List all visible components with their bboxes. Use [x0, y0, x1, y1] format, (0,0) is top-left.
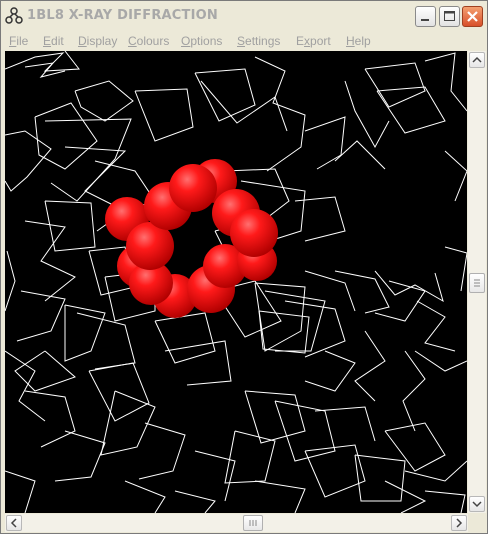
minimize-icon: [421, 19, 429, 21]
menu-export[interactable]: Export: [296, 33, 331, 49]
molecule-render: [5, 51, 467, 513]
vertical-scrollbar[interactable]: [468, 51, 486, 513]
menu-settings[interactable]: Settings: [237, 33, 280, 49]
scroll-up-button[interactable]: [469, 52, 485, 68]
molecule-icon: [5, 7, 23, 24]
maximize-icon: [444, 11, 455, 21]
horizontal-scrollbar[interactable]: [5, 514, 468, 532]
menu-help[interactable]: Help: [346, 33, 371, 49]
chevron-left-icon: [10, 518, 17, 528]
vertical-scroll-thumb[interactable]: [469, 273, 485, 293]
chevron-down-icon: [472, 501, 482, 508]
maximize-button[interactable]: [439, 6, 460, 27]
grip-icon: [474, 279, 480, 287]
minimize-button[interactable]: [415, 6, 436, 27]
menu-colours[interactable]: Colours: [128, 33, 169, 49]
window-title: 1BL8 X-RAY DIFFRACTION: [27, 8, 218, 23]
menu-file[interactable]: File: [9, 33, 28, 49]
size-grip: [468, 514, 486, 532]
scroll-left-button[interactable]: [6, 515, 22, 531]
menu-edit[interactable]: Edit: [43, 33, 64, 49]
close-button[interactable]: [462, 6, 483, 27]
chevron-right-icon: [456, 518, 463, 528]
horizontal-scroll-thumb[interactable]: [243, 515, 263, 531]
chevron-up-icon: [472, 56, 482, 63]
menu-options[interactable]: Options: [181, 33, 222, 49]
close-icon: [467, 11, 478, 22]
title-bar[interactable]: 1BL8 X-RAY DIFFRACTION: [1, 1, 487, 31]
molecule-viewport[interactable]: [5, 51, 467, 513]
menu-display[interactable]: Display: [78, 33, 117, 49]
menu-bar: File Edit Display Colours Options Settin…: [1, 31, 487, 51]
scroll-down-button[interactable]: [469, 496, 485, 512]
rasmol-window: 1BL8 X-RAY DIFFRACTION File Edit Display…: [0, 0, 488, 534]
grip-icon: [249, 520, 257, 526]
scroll-right-button[interactable]: [451, 515, 467, 531]
